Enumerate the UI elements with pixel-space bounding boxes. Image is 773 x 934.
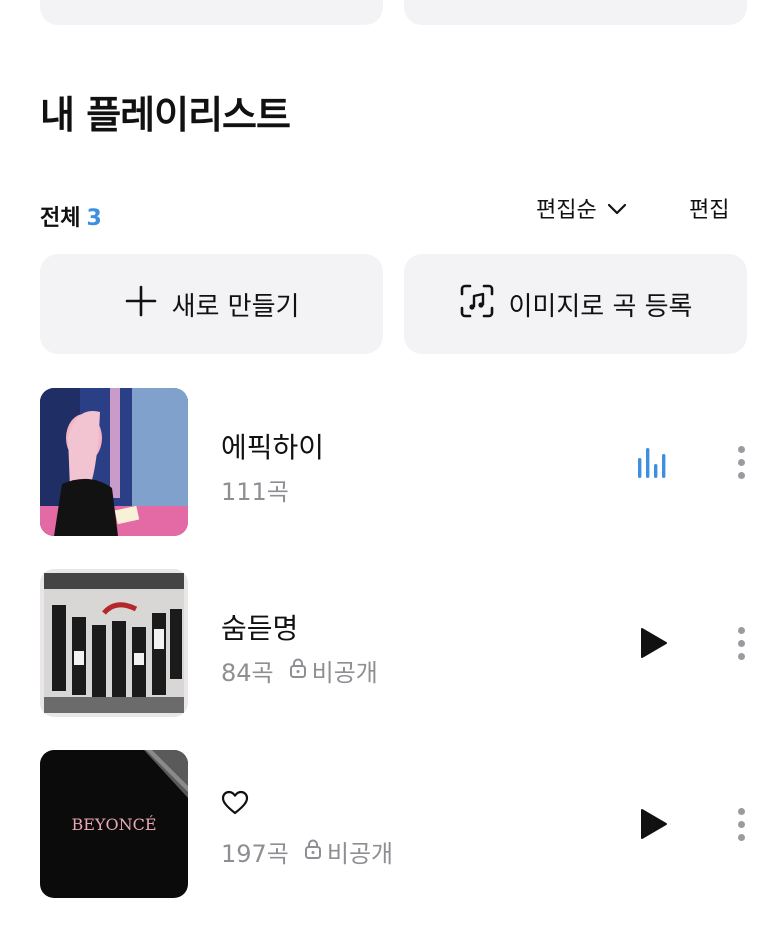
- sort-dropdown[interactable]: 편집순: [536, 192, 627, 224]
- playlist-song-count: 197곡: [221, 840, 289, 868]
- total-count: 전체 3: [40, 200, 102, 232]
- play-button[interactable]: [636, 627, 668, 663]
- create-playlist-label: 새로 만들기: [171, 291, 300, 322]
- playlist-song-count: 111곡: [221, 478, 289, 506]
- more-options-icon[interactable]: [736, 627, 746, 660]
- sort-label: 편집순: [536, 198, 597, 223]
- music-scan-icon: [459, 283, 495, 326]
- privacy-indicator: 비공개: [288, 653, 378, 688]
- more-options-icon[interactable]: [736, 808, 746, 841]
- page-title: 내 플레이리스트: [40, 93, 291, 137]
- create-playlist-button[interactable]: 새로 만들기: [40, 254, 383, 354]
- privacy-label: 비공개: [311, 659, 378, 687]
- heart-icon: [221, 790, 249, 823]
- plus-icon: [124, 284, 158, 325]
- lock-icon: [288, 657, 308, 685]
- playlist-song-count: 84곡: [221, 659, 274, 687]
- image-song-register-button[interactable]: 이미지로 곡 등록: [404, 254, 747, 354]
- privacy-label: 비공개: [326, 840, 394, 868]
- top-card-right[interactable]: [404, 0, 747, 25]
- playlist-meta: 197곡 비공개: [221, 834, 393, 869]
- equalizer-icon: [636, 448, 668, 482]
- total-label: 전체: [40, 206, 81, 231]
- playlist-name: 에픽하이: [221, 431, 325, 464]
- playlist-page: 내 플레이리스트 전체 3 편집순 편집 새로 만들기 이미지로 곡 등록 에픽…: [0, 0, 773, 934]
- playlist-item[interactable]: 에픽하이 111곡: [0, 388, 773, 536]
- playlist-item[interactable]: BEYONCÉ 197곡 비공개: [0, 750, 773, 898]
- play-button[interactable]: [636, 808, 668, 844]
- play-icon: [636, 628, 668, 663]
- more-options-icon[interactable]: [736, 446, 746, 479]
- now-playing-button[interactable]: [636, 446, 668, 482]
- top-card-left[interactable]: [40, 0, 383, 25]
- chevron-down-icon: [607, 196, 627, 221]
- image-song-register-label: 이미지로 곡 등록: [508, 291, 693, 322]
- playlist-name: 숨듣명: [221, 612, 299, 645]
- playlist-cover-image: [40, 569, 188, 717]
- playlist-item[interactable]: 숨듣명 84곡 비공개: [0, 569, 773, 717]
- playlist-meta: 111곡: [221, 472, 289, 507]
- playlist-cover-image: [40, 388, 188, 536]
- playlist-name: [221, 790, 249, 823]
- play-icon: [636, 809, 668, 844]
- edit-button[interactable]: 편집: [689, 192, 729, 224]
- playlist-meta: 84곡 비공개: [221, 653, 378, 688]
- playlist-cover-image: BEYONCÉ: [40, 750, 188, 898]
- cover-title-text: BEYONCÉ: [71, 814, 156, 834]
- privacy-indicator: 비공개: [303, 834, 393, 869]
- total-number: 3: [86, 206, 102, 231]
- lock-icon: [303, 838, 323, 866]
